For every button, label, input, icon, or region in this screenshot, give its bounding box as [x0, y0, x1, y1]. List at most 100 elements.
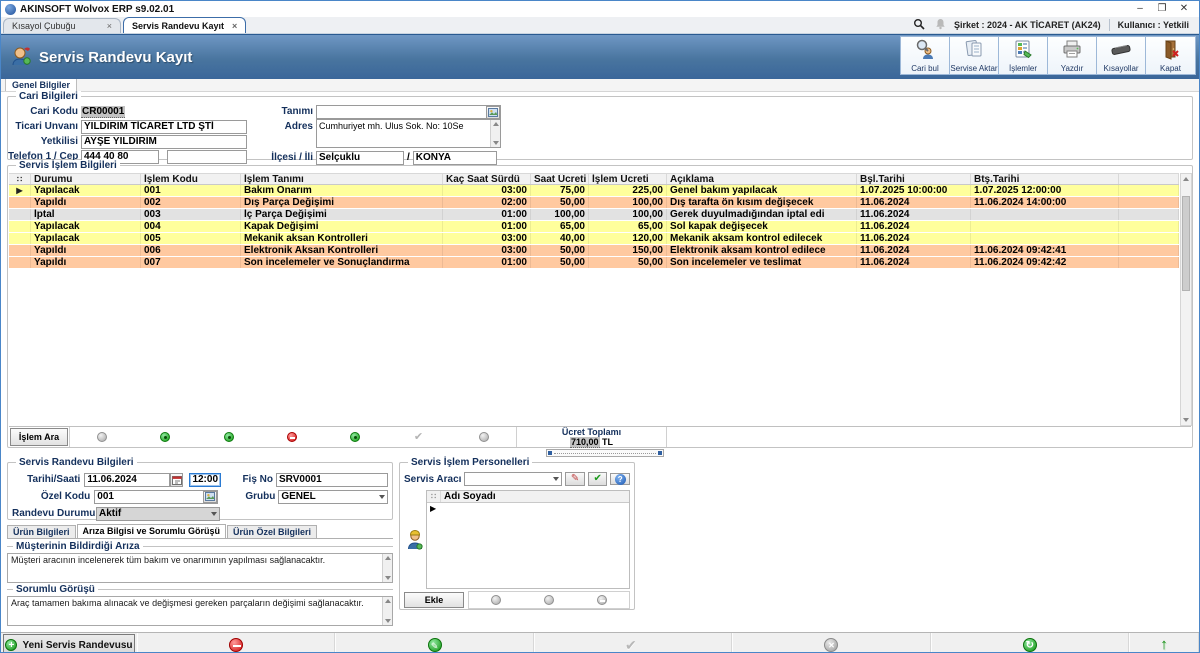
kisayollar-button[interactable]: Kısayollar: [1097, 37, 1146, 74]
cari-kodu-value[interactable]: CR00001: [81, 106, 125, 118]
company-label[interactable]: Şirket : 2024 - AK TİCARET (AK24): [946, 20, 1109, 30]
refresh-record-icon[interactable]: [1023, 638, 1037, 652]
table-row[interactable]: Yapılacak004Kapak Değişimi01:0065,0065,0…: [9, 221, 1179, 233]
help-button[interactable]: ?: [610, 473, 630, 485]
nav-delete-icon[interactable]: [287, 432, 297, 442]
cell-sure: 03:00: [443, 185, 531, 196]
ozel-kodu-lookup-button[interactable]: [203, 491, 217, 503]
apply-button[interactable]: ✔: [588, 472, 608, 486]
personel-grid[interactable]: ∷ Adı Soyadı ▶: [426, 490, 630, 589]
grubu-select[interactable]: GENEL: [278, 490, 388, 504]
column-header[interactable]: İşlem Ücreti: [589, 174, 667, 184]
tab-urun-bilgileri[interactable]: Ürün Bilgileri: [7, 525, 76, 538]
servis-araci-select[interactable]: [464, 472, 562, 486]
bell-icon[interactable]: [935, 18, 946, 33]
close-icon[interactable]: ✕: [1173, 3, 1195, 16]
table-row[interactable]: ▶Yapılacak001Bakım Onarım03:0075,00225,0…: [9, 185, 1179, 197]
cell-kod: 001: [141, 185, 241, 196]
randevu-durumu-select[interactable]: Aktif: [96, 507, 220, 521]
personel-nav-1-icon[interactable]: [491, 595, 501, 605]
tab-kisayol-cubugu[interactable]: Kısayol Çubuğu ×: [3, 18, 121, 33]
group-legend: Servis İşlem Bilgileri: [16, 160, 120, 171]
column-header[interactable]: Durumu: [31, 174, 141, 184]
maximize-icon[interactable]: ❐: [1151, 3, 1173, 16]
islemler-button[interactable]: İşlemler: [999, 37, 1048, 74]
column-header[interactable]: Kaç Saat Sürdü: [443, 174, 531, 184]
yetkilisi-field[interactable]: [81, 135, 247, 149]
scroll-down-icon[interactable]: [1183, 418, 1189, 422]
ozel-kodu-field[interactable]: [94, 490, 218, 504]
il-field[interactable]: [413, 151, 497, 165]
horizontal-slider[interactable]: [546, 449, 664, 457]
cell-bts: 11.06.2024 14:00:00: [971, 197, 1119, 208]
cancel-record-icon[interactable]: [824, 638, 838, 652]
table-row[interactable]: Yapıldı007Son incelemeler ve Sonuçlandır…: [9, 257, 1179, 269]
scrollbar-thumb[interactable]: [1182, 196, 1190, 291]
cell-bts: [971, 233, 1119, 244]
adres-field[interactable]: Cumhuriyet mh. Ulus Sok. No: 10Se: [316, 119, 501, 148]
column-header[interactable]: İşlem Tanımı: [241, 174, 443, 184]
group-legend: Servis Randevu Bilgileri: [16, 457, 137, 468]
islem-ara-button[interactable]: İşlem Ara: [10, 428, 68, 446]
gorus-textarea[interactable]: Araç tamamen bakıma alınacak ve değişmes…: [7, 596, 393, 626]
fis-no-field[interactable]: [276, 473, 388, 487]
column-header[interactable]: Bşl.Tarihi: [857, 174, 971, 184]
ekle-button[interactable]: Ekle: [404, 592, 464, 608]
ilce-field[interactable]: [316, 151, 404, 165]
nav-post-icon[interactable]: [350, 432, 360, 442]
column-header[interactable]: Açıklama: [667, 174, 857, 184]
cell-islem_ucreti: 50,00: [589, 257, 667, 268]
search-icon[interactable]: [913, 18, 925, 33]
edit-record-icon[interactable]: [428, 638, 442, 652]
tab-genel-bilgiler[interactable]: Genel Bilgiler: [5, 78, 77, 91]
cari-bul-button[interactable]: Cari bul: [901, 37, 950, 74]
gorus-scrollbar[interactable]: [382, 597, 392, 625]
yeni-servis-randevusu-button[interactable]: Yeni Servis Randevusu: [3, 634, 135, 653]
nav-insert-icon[interactable]: [160, 432, 170, 442]
ariza-textarea[interactable]: Müşteri aracının incelenerek tüm bakım v…: [7, 553, 393, 583]
slider-left-cap[interactable]: [548, 451, 552, 455]
grid-vertical-scrollbar[interactable]: [1180, 173, 1192, 426]
tanimi-lookup-button[interactable]: [486, 106, 500, 119]
delete-record-icon[interactable]: [229, 638, 243, 652]
tab-servis-randevu-kayit[interactable]: Servis Randevu Kayıt ×: [123, 17, 246, 33]
table-row[interactable]: İptal003İç Parça Değişimi01:00100,00100,…: [9, 209, 1179, 221]
table-row[interactable]: Yapılacak005Mekanik aksan Kontrolleri03:…: [9, 233, 1179, 245]
table-row[interactable]: Yapıldı002Dış Parça Değişimi02:0050,0010…: [9, 197, 1179, 209]
close-tab-icon[interactable]: ×: [107, 21, 112, 31]
scroll-up-icon[interactable]: [1183, 177, 1189, 181]
saat-field[interactable]: [189, 473, 221, 487]
ticari-unvani-field[interactable]: [81, 120, 247, 134]
tarih-field[interactable]: [84, 473, 170, 487]
nav-refresh-icon[interactable]: [479, 432, 489, 442]
tab-urun-ozel-bilgileri[interactable]: Ürün Özel Bilgileri: [227, 525, 317, 538]
servise-aktar-button[interactable]: Servise Aktar: [950, 37, 999, 74]
export-up-icon[interactable]: [1158, 637, 1170, 653]
tanimi-field[interactable]: [316, 105, 501, 119]
edit-pen-button[interactable]: ✎: [565, 472, 585, 486]
adi-soyadi-header: Adı Soyadı: [441, 491, 499, 502]
adres-scrollbar[interactable]: [490, 120, 500, 147]
personel-grid-body[interactable]: ▶: [427, 503, 629, 588]
personel-nav-3-icon[interactable]: [597, 595, 607, 605]
export-up-cell: [1129, 633, 1199, 653]
nav-first-icon[interactable]: [97, 432, 107, 442]
column-header[interactable]: İşlem Kodu: [141, 174, 241, 184]
table-row[interactable]: Yapıldı006Elektronik Aksan Kontrolleri03…: [9, 245, 1179, 257]
personel-nav-2-icon[interactable]: [544, 595, 554, 605]
slider-right-cap[interactable]: [658, 451, 662, 455]
tab-ariza-bilgisi[interactable]: Arıza Bilgisi ve Sorumlu Görüşü: [77, 524, 227, 538]
yazdir-button[interactable]: Yazdır: [1048, 37, 1097, 74]
close-tab-icon[interactable]: ×: [232, 21, 237, 31]
calendar-button[interactable]: [170, 473, 183, 487]
ariza-scrollbar[interactable]: [382, 554, 392, 582]
nav-confirm-icon[interactable]: [414, 431, 426, 443]
column-header[interactable]: Btş.Tarihi: [971, 174, 1119, 184]
islem-grid[interactable]: ∷Durumuİşlem Koduİşlem TanımıKaç Saat Sü…: [9, 173, 1179, 426]
telefon2-field[interactable]: [167, 150, 247, 164]
nav-edit-icon[interactable]: [224, 432, 234, 442]
confirm-record-icon[interactable]: [625, 638, 641, 652]
minimize-icon[interactable]: –: [1129, 3, 1151, 16]
kapat-button[interactable]: Kapat: [1146, 37, 1195, 74]
column-header[interactable]: Saat Ücreti: [531, 174, 589, 184]
